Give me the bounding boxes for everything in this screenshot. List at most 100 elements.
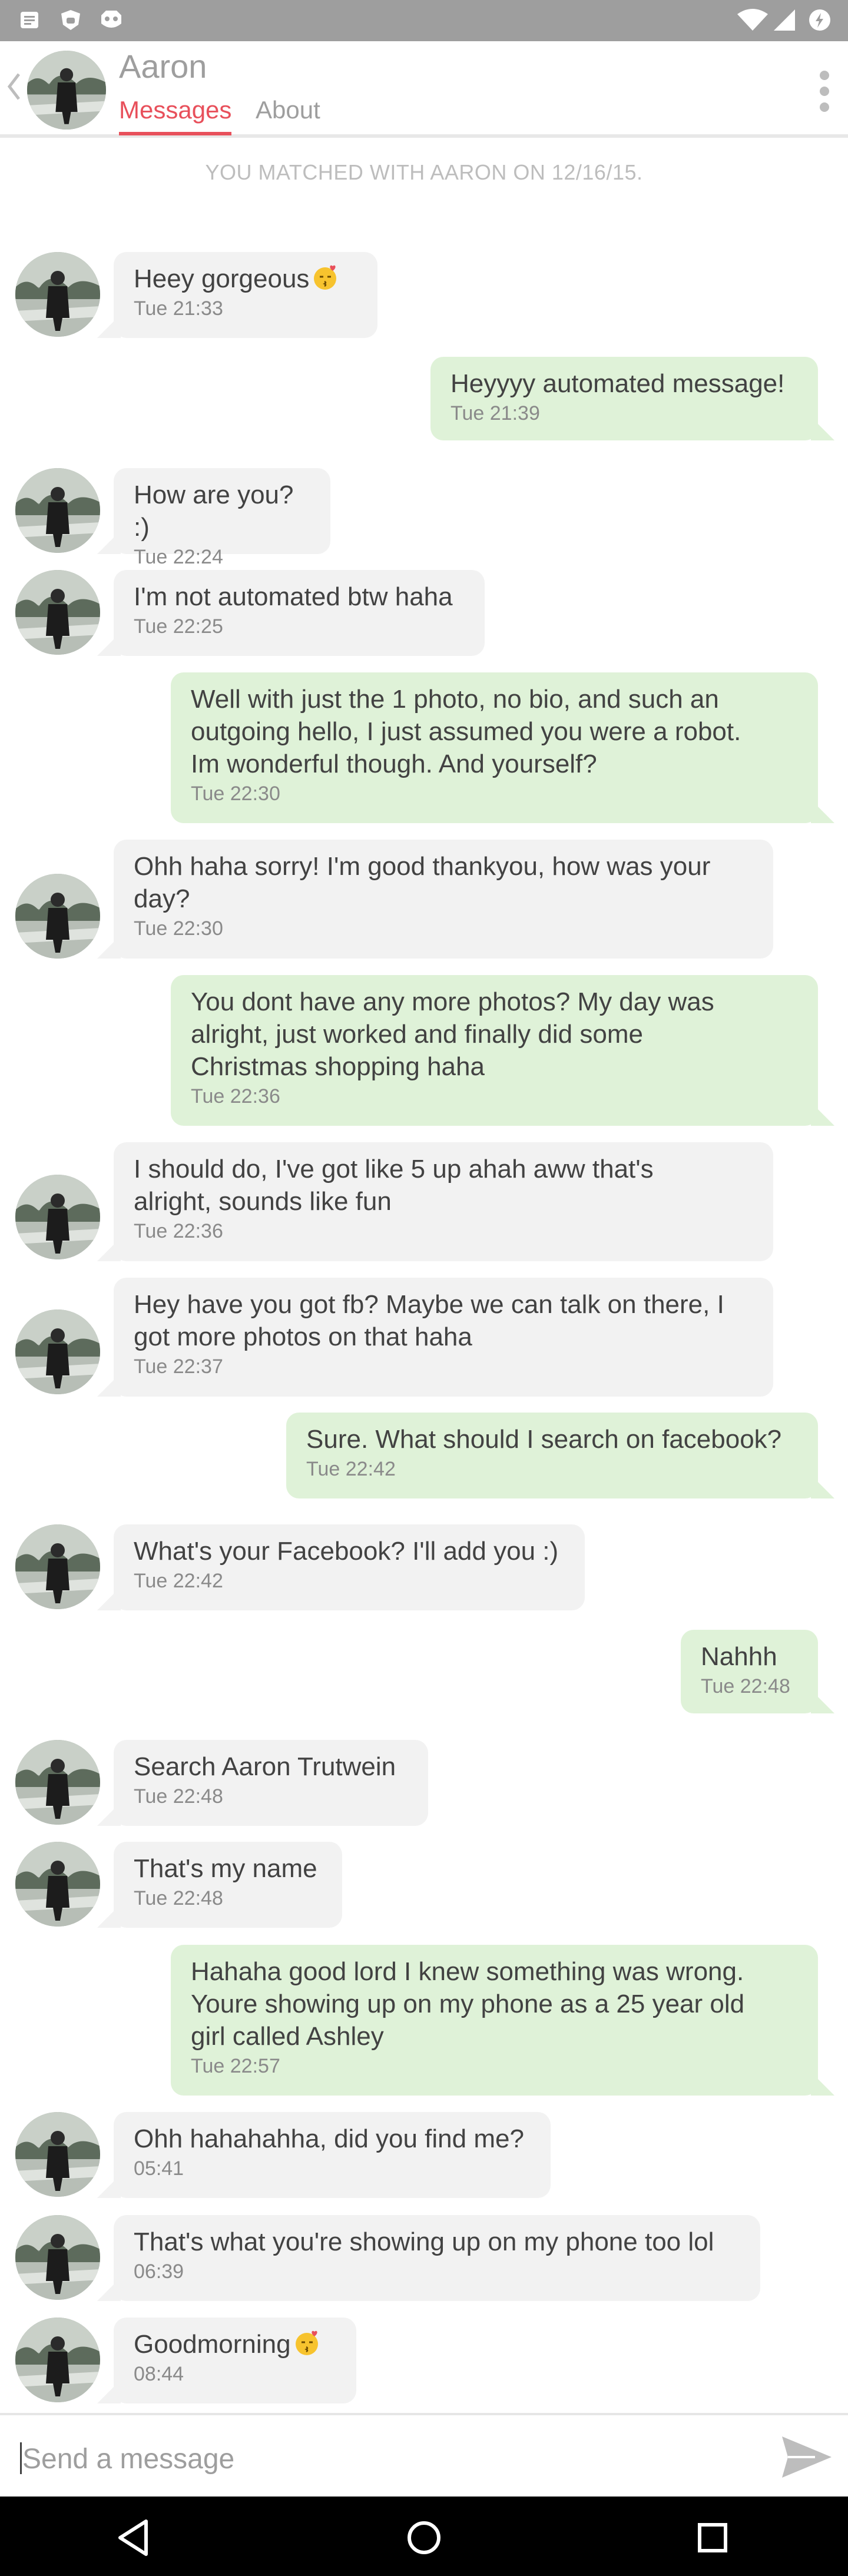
message-timestamp: Tue 22:42 — [306, 1458, 396, 1480]
avatar[interactable] — [15, 1740, 100, 1825]
android-icon — [101, 11, 121, 28]
outgoing-message-bubble[interactable]: Nahhh Tue 22:48 — [681, 1630, 834, 1713]
message-text: Ohh haha sorry! I'm good thankyou, how w… — [134, 852, 711, 881]
tab-about[interactable]: About — [256, 93, 320, 132]
kiss-emoji-icon — [295, 2330, 318, 2355]
incoming-message-bubble[interactable]: What's your Facebook? I'll add you :) Tue… — [97, 1524, 585, 1610]
message-text: Sure. What should I search on facebook? — [306, 1425, 782, 1454]
message-text: Nahhh — [701, 1642, 777, 1671]
avatar-photo — [15, 468, 100, 553]
avatar[interactable] — [15, 1524, 100, 1609]
incoming-message-bubble[interactable]: That's what you're showing up on my phon… — [97, 2215, 760, 2301]
incoming-message-bubble[interactable]: How are you? :) Tue 22:24 — [97, 468, 330, 568]
message-timestamp: Tue 22:36 — [134, 1220, 223, 1242]
avatar-photo — [15, 1740, 100, 1825]
message-text: Im wonderful though. And yourself? — [191, 750, 597, 778]
message-timestamp: Tue 22:57 — [191, 2055, 280, 2077]
signal-icon — [774, 9, 795, 31]
avatar[interactable] — [15, 252, 100, 337]
message-text: Hey have you got fb? Maybe we can talk o… — [134, 1290, 724, 1319]
incoming-message-bubble[interactable]: That's my name Tue 22:48 — [97, 1842, 342, 1928]
back-chevron-icon[interactable] — [5, 66, 22, 107]
status-bar — [0, 0, 848, 41]
navigation-bar — [0, 2497, 848, 2576]
avatar-photo — [27, 51, 106, 130]
send-icon[interactable] — [780, 2433, 834, 2481]
message-timestamp: Tue 22:30 — [134, 917, 223, 940]
incoming-message-bubble[interactable]: Ohh haha sorry! I'm good thankyou, how w… — [97, 840, 773, 959]
avatar-photo — [15, 252, 100, 337]
message-timestamp: Tue 21:33 — [134, 297, 223, 320]
message-text: day? — [134, 884, 190, 913]
avatar[interactable] — [15, 468, 100, 553]
message-input[interactable] — [21, 2438, 730, 2480]
back-triangle-icon[interactable] — [112, 2514, 159, 2561]
avatar[interactable] — [15, 874, 100, 959]
message-timestamp: 06:39 — [134, 2260, 184, 2283]
message-text: Ohh hahahahha, did you find me? — [134, 2124, 524, 2153]
incoming-message-bubble[interactable]: Hey have you got fb? Maybe we can talk o… — [97, 1278, 773, 1397]
message-composer — [0, 2413, 848, 2499]
message-text: Heyyyy automated message! — [450, 369, 785, 398]
message-timestamp: Tue 22:25 — [134, 615, 223, 638]
message-text: Youre showing up on my phone as a 25 yea… — [191, 1990, 745, 2018]
avatar-photo — [15, 570, 100, 655]
wifi-icon — [737, 9, 768, 31]
message-text: Well with just the 1 photo, no bio, and … — [191, 685, 719, 714]
outgoing-message-bubble[interactable]: Well with just the 1 photo, no bio, and … — [171, 672, 834, 823]
message-text: Hahaha good lord I knew something was wr… — [191, 1957, 744, 1986]
message-text: I'm not automated btw haha — [134, 582, 453, 611]
message-text: That's what you're showing up on my phon… — [134, 2227, 714, 2256]
message-text: Heey gorgeous — [134, 263, 357, 295]
incoming-message-bubble[interactable]: I should do, I've got like 5 up ahah aww… — [97, 1142, 773, 1261]
message-text: Search Aaron Trutwein — [134, 1752, 396, 1781]
avatar-photo — [15, 1309, 100, 1394]
outgoing-message-bubble[interactable]: Sure. What should I search on facebook? T… — [286, 1413, 834, 1498]
kiss-emoji-icon — [314, 265, 337, 290]
message-timestamp: Tue 22:48 — [134, 1887, 223, 1909]
message-text: got more photos on that haha — [134, 1322, 472, 1351]
avatar[interactable] — [15, 1309, 100, 1394]
outgoing-message-bubble[interactable]: Heyyyy automated message! Tue 21:39 — [430, 357, 834, 440]
message-timestamp: 05:41 — [134, 2157, 184, 2180]
avatar-photo — [15, 2318, 100, 2402]
message-text: You dont have any more photos? My day wa… — [191, 987, 714, 1016]
message-timestamp: Tue 22:36 — [191, 1085, 280, 1108]
debug-icon — [61, 10, 80, 30]
message-text: alright, just worked and finally did som… — [191, 1020, 643, 1049]
avatar-photo — [15, 1524, 100, 1609]
match-date-note: YOU MATCHED WITH AARON ON 12/16/15. — [205, 160, 643, 184]
notes-icon — [21, 12, 38, 28]
message-timestamp: Tue 22:42 — [134, 1570, 223, 1592]
tab-messages[interactable]: Messages — [119, 93, 232, 135]
message-timestamp: Tue 22:48 — [134, 1785, 223, 1808]
outgoing-message-bubble[interactable]: Hahaha good lord I knew something was wr… — [171, 1945, 834, 2096]
incoming-message-bubble[interactable]: Heey gorgeous Tue 21:33 — [97, 252, 377, 338]
avatar[interactable] — [27, 51, 106, 130]
message-text: outgoing hello, I just assumed you were … — [191, 717, 741, 746]
incoming-message-bubble[interactable]: I'm not automated btw haha Tue 22:25 — [97, 570, 485, 656]
avatar[interactable] — [15, 2112, 100, 2197]
match-name: Aaron — [119, 48, 207, 85]
message-text: What's your Facebook? I'll add you :) — [134, 1537, 559, 1566]
overflow-menu-icon[interactable] — [813, 65, 836, 118]
avatar[interactable] — [15, 1175, 100, 1259]
message-timestamp: 08:44 — [134, 2363, 184, 2385]
home-circle-icon[interactable] — [400, 2514, 448, 2561]
message-text: alright, sounds like fun — [134, 1187, 392, 1216]
avatar[interactable] — [15, 2318, 100, 2402]
avatar[interactable] — [15, 2215, 100, 2300]
incoming-message-bubble[interactable]: Goodmorning 08:44 — [97, 2318, 356, 2403]
message-text: girl called Ashley — [191, 2022, 384, 2051]
incoming-message-bubble[interactable]: Ohh hahahahha, did you find me? 05:41 — [97, 2112, 551, 2198]
message-text: Goodmorning — [134, 2328, 336, 2360]
message-timestamp: Tue 22:48 — [701, 1675, 790, 1698]
avatar-photo — [15, 2215, 100, 2300]
outgoing-message-bubble[interactable]: You dont have any more photos? My day wa… — [171, 975, 834, 1126]
avatar[interactable] — [15, 1842, 100, 1927]
message-timestamp: Tue 21:39 — [450, 402, 540, 425]
recents-square-icon[interactable] — [689, 2514, 736, 2561]
message-timestamp: Tue 22:24 — [134, 546, 223, 568]
avatar[interactable] — [15, 570, 100, 655]
incoming-message-bubble[interactable]: Search Aaron Trutwein Tue 22:48 — [97, 1740, 428, 1826]
